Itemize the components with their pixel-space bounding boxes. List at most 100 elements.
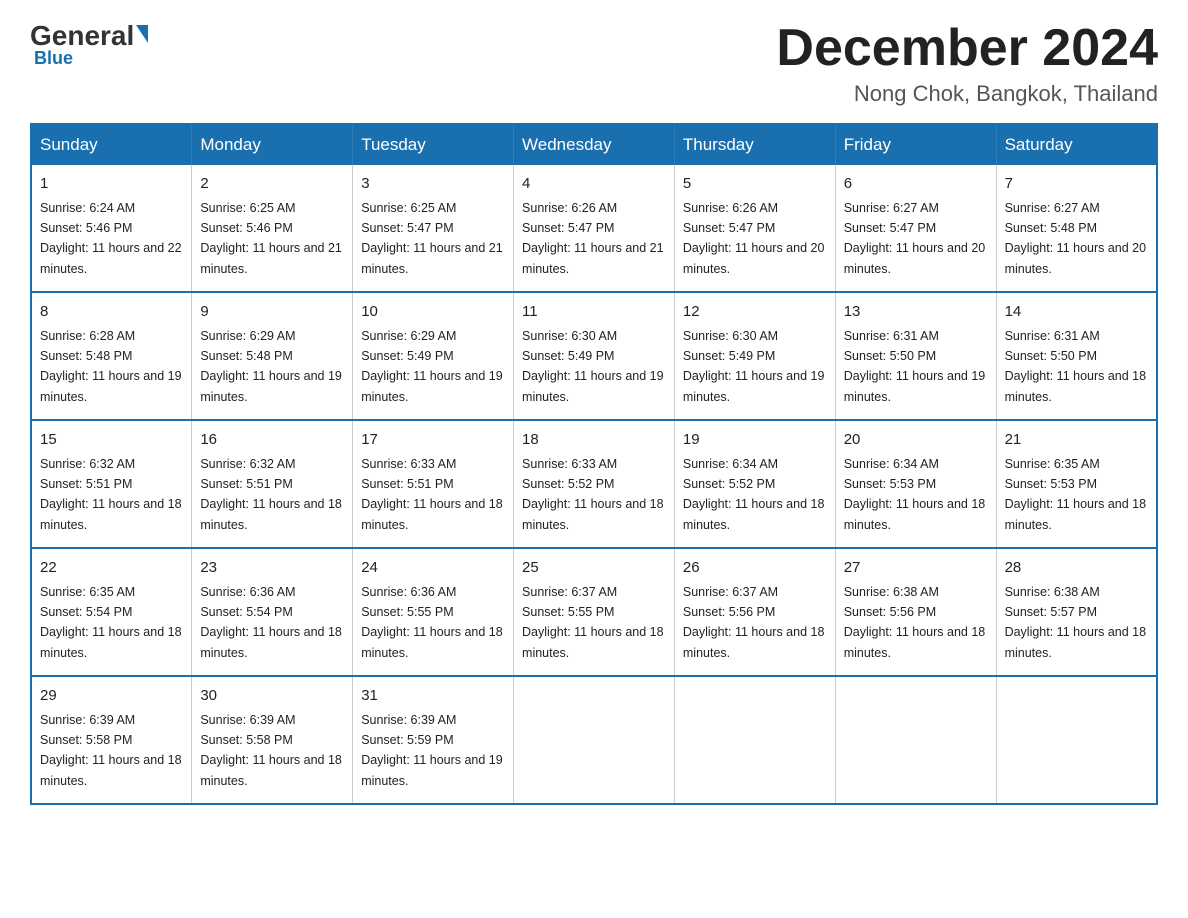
day-info: Sunrise: 6:31 AMSunset: 5:50 PMDaylight:… [1005,329,1147,404]
calendar-cell: 13 Sunrise: 6:31 AMSunset: 5:50 PMDayligh… [835,292,996,420]
day-info: Sunrise: 6:39 AMSunset: 5:58 PMDaylight:… [40,713,182,788]
calendar-cell: 7 Sunrise: 6:27 AMSunset: 5:48 PMDaylight… [996,165,1157,292]
header-tuesday: Tuesday [353,124,514,165]
calendar-cell [674,676,835,804]
calendar-week-row: 22 Sunrise: 6:35 AMSunset: 5:54 PMDayligh… [31,548,1157,676]
day-number: 20 [844,429,988,452]
day-info: Sunrise: 6:27 AMSunset: 5:48 PMDaylight:… [1005,201,1147,276]
day-info: Sunrise: 6:29 AMSunset: 5:49 PMDaylight:… [361,329,503,404]
calendar-cell: 16Sunrise: 6:32 AMSunset: 5:51 PMDayligh… [192,420,353,548]
calendar-cell: 12Sunrise: 6:30 AMSunset: 5:49 PMDayligh… [674,292,835,420]
day-info: Sunrise: 6:34 AMSunset: 5:52 PMDaylight:… [683,457,825,532]
day-number: 24 [361,557,505,580]
day-number: 11 [522,301,666,324]
calendar-cell: 8 Sunrise: 6:28 AMSunset: 5:48 PMDaylight… [31,292,192,420]
day-info: Sunrise: 6:39 AMSunset: 5:58 PMDaylight:… [200,713,342,788]
day-number: 7 [1005,173,1148,196]
calendar-week-row: 8 Sunrise: 6:28 AMSunset: 5:48 PMDaylight… [31,292,1157,420]
day-info: Sunrise: 6:33 AMSunset: 5:51 PMDaylight:… [361,457,503,532]
calendar-cell: 24Sunrise: 6:36 AMSunset: 5:55 PMDayligh… [353,548,514,676]
day-number: 2 [200,173,344,196]
day-number: 13 [844,301,988,324]
day-info: Sunrise: 6:38 AMSunset: 5:57 PMDaylight:… [1005,585,1147,660]
calendar-cell: 14Sunrise: 6:31 AMSunset: 5:50 PMDayligh… [996,292,1157,420]
header-sunday: Sunday [31,124,192,165]
day-info: Sunrise: 6:29 AMSunset: 5:48 PMDaylight:… [200,329,342,404]
calendar-cell [835,676,996,804]
day-info: Sunrise: 6:35 AMSunset: 5:53 PMDaylight:… [1005,457,1147,532]
calendar-cell: 28 Sunrise: 6:38 AMSunset: 5:57 PMDayligh… [996,548,1157,676]
day-number: 4 [522,173,666,196]
day-number: 31 [361,685,505,708]
day-info: Sunrise: 6:38 AMSunset: 5:56 PMDaylight:… [844,585,986,660]
calendar-cell: 19 Sunrise: 6:34 AMSunset: 5:52 PMDayligh… [674,420,835,548]
day-number: 18 [522,429,666,452]
calendar-cell: 20 Sunrise: 6:34 AMSunset: 5:53 PMDayligh… [835,420,996,548]
day-number: 8 [40,301,183,324]
day-info: Sunrise: 6:34 AMSunset: 5:53 PMDaylight:… [844,457,986,532]
calendar-cell: 4Sunrise: 6:26 AMSunset: 5:47 PMDaylight… [514,165,675,292]
day-info: Sunrise: 6:24 AMSunset: 5:46 PMDaylight:… [40,201,182,276]
day-info: Sunrise: 6:26 AMSunset: 5:47 PMDaylight:… [683,201,825,276]
header-wednesday: Wednesday [514,124,675,165]
calendar-cell: 2Sunrise: 6:25 AMSunset: 5:46 PMDaylight… [192,165,353,292]
calendar-cell: 21 Sunrise: 6:35 AMSunset: 5:53 PMDayligh… [996,420,1157,548]
logo-blue-text: Blue [34,48,73,69]
day-number: 15 [40,429,183,452]
day-info: Sunrise: 6:27 AMSunset: 5:47 PMDaylight:… [844,201,986,276]
day-number: 19 [683,429,827,452]
header-monday: Monday [192,124,353,165]
calendar-cell: 30 Sunrise: 6:39 AMSunset: 5:58 PMDayligh… [192,676,353,804]
day-number: 21 [1005,429,1148,452]
day-info: Sunrise: 6:36 AMSunset: 5:54 PMDaylight:… [200,585,342,660]
calendar-cell [514,676,675,804]
calendar-cell: 26 Sunrise: 6:37 AMSunset: 5:56 PMDayligh… [674,548,835,676]
calendar-cell: 27 Sunrise: 6:38 AMSunset: 5:56 PMDayligh… [835,548,996,676]
title-area: December 2024 Nong Chok, Bangkok, Thaila… [776,20,1158,107]
day-number: 28 [1005,557,1148,580]
day-number: 27 [844,557,988,580]
calendar-cell: 10 Sunrise: 6:29 AMSunset: 5:49 PMDayligh… [353,292,514,420]
calendar-cell: 5 Sunrise: 6:26 AMSunset: 5:47 PMDaylight… [674,165,835,292]
day-number: 5 [683,173,827,196]
day-number: 30 [200,685,344,708]
day-number: 29 [40,685,183,708]
calendar-cell: 17 Sunrise: 6:33 AMSunset: 5:51 PMDayligh… [353,420,514,548]
calendar-cell: 11Sunrise: 6:30 AMSunset: 5:49 PMDayligh… [514,292,675,420]
day-info: Sunrise: 6:37 AMSunset: 5:56 PMDaylight:… [683,585,825,660]
calendar-cell [996,676,1157,804]
day-info: Sunrise: 6:37 AMSunset: 5:55 PMDaylight:… [522,585,664,660]
calendar-cell: 1 Sunrise: 6:24 AMSunset: 5:46 PMDaylight… [31,165,192,292]
day-number: 6 [844,173,988,196]
calendar-cell: 9 Sunrise: 6:29 AMSunset: 5:48 PMDaylight… [192,292,353,420]
day-number: 17 [361,429,505,452]
location-title: Nong Chok, Bangkok, Thailand [776,81,1158,107]
day-info: Sunrise: 6:31 AMSunset: 5:50 PMDaylight:… [844,329,986,404]
day-info: Sunrise: 6:32 AMSunset: 5:51 PMDaylight:… [200,457,342,532]
calendar-week-row: 29 Sunrise: 6:39 AMSunset: 5:58 PMDayligh… [31,676,1157,804]
logo-triangle-icon [136,25,148,43]
day-number: 22 [40,557,183,580]
day-info: Sunrise: 6:33 AMSunset: 5:52 PMDaylight:… [522,457,664,532]
calendar-cell: 15 Sunrise: 6:32 AMSunset: 5:51 PMDayligh… [31,420,192,548]
day-number: 1 [40,173,183,196]
header-thursday: Thursday [674,124,835,165]
day-number: 26 [683,557,827,580]
calendar-week-row: 15 Sunrise: 6:32 AMSunset: 5:51 PMDayligh… [31,420,1157,548]
day-info: Sunrise: 6:35 AMSunset: 5:54 PMDaylight:… [40,585,182,660]
calendar-cell: 29 Sunrise: 6:39 AMSunset: 5:58 PMDayligh… [31,676,192,804]
day-info: Sunrise: 6:30 AMSunset: 5:49 PMDaylight:… [683,329,825,404]
day-info: Sunrise: 6:32 AMSunset: 5:51 PMDaylight:… [40,457,182,532]
day-number: 10 [361,301,505,324]
calendar-header-row: SundayMondayTuesdayWednesdayThursdayFrid… [31,124,1157,165]
day-info: Sunrise: 6:28 AMSunset: 5:48 PMDaylight:… [40,329,182,404]
calendar-week-row: 1 Sunrise: 6:24 AMSunset: 5:46 PMDaylight… [31,165,1157,292]
day-number: 9 [200,301,344,324]
day-info: Sunrise: 6:39 AMSunset: 5:59 PMDaylight:… [361,713,503,788]
page-header: General Blue December 2024 Nong Chok, Ba… [30,20,1158,107]
calendar-cell: 25Sunrise: 6:37 AMSunset: 5:55 PMDayligh… [514,548,675,676]
month-title: December 2024 [776,20,1158,77]
calendar-table: SundayMondayTuesdayWednesdayThursdayFrid… [30,123,1158,805]
calendar-cell: 6 Sunrise: 6:27 AMSunset: 5:47 PMDaylight… [835,165,996,292]
day-number: 3 [361,173,505,196]
